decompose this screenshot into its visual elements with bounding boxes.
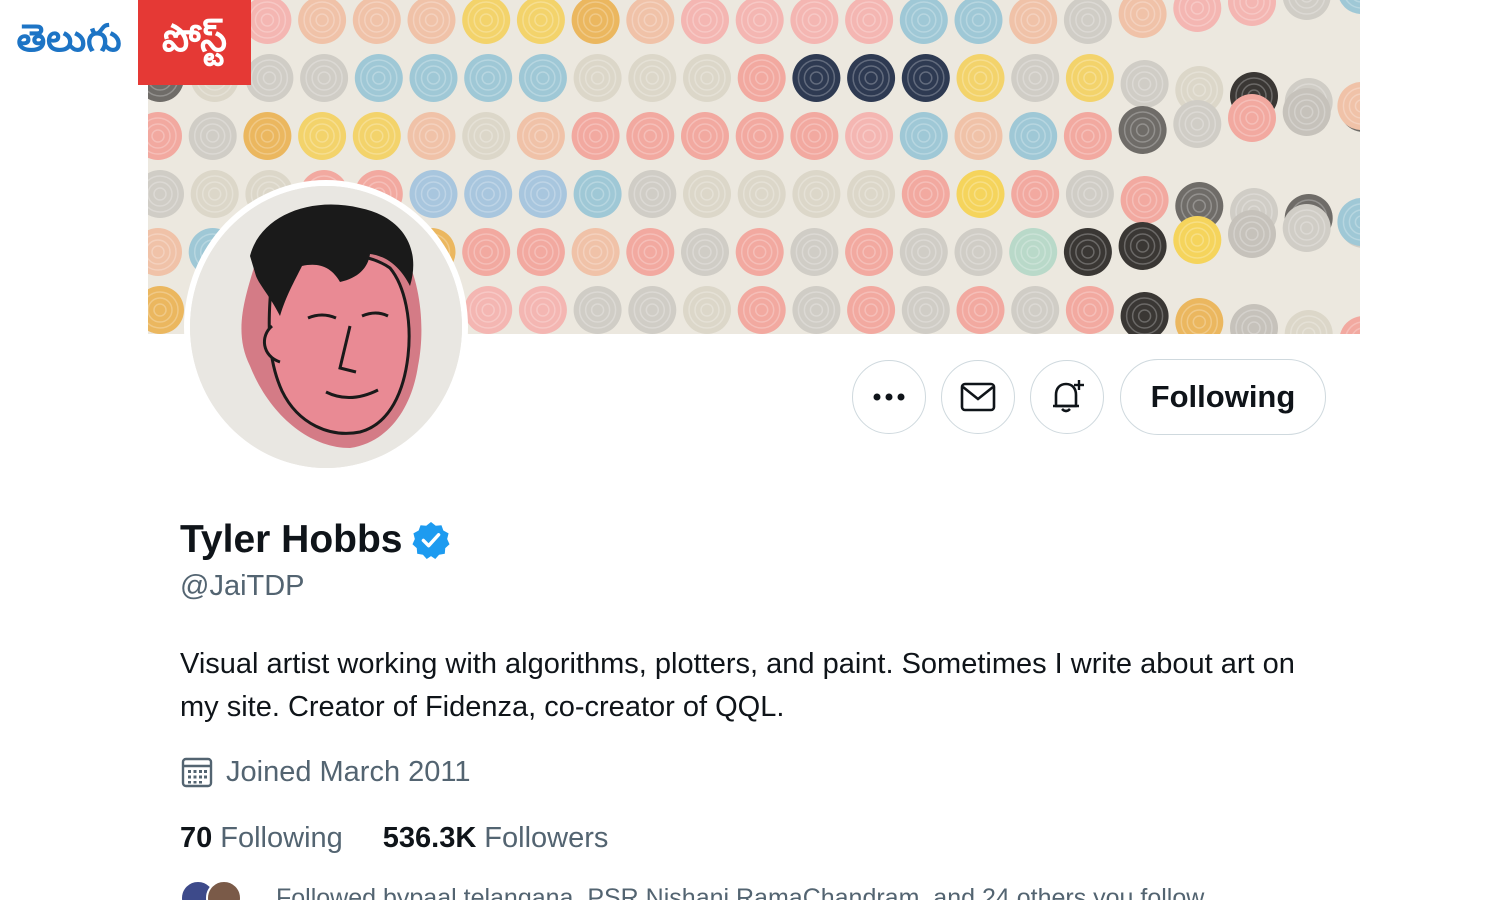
screenshot: తెలుగు పోస్ట్ Following Tyler Hobbs @Jai… — [0, 0, 1500, 900]
more-options-button[interactable] — [852, 360, 926, 434]
calendar-icon — [181, 757, 213, 788]
logo-post-text: పోస్ట్ — [138, 0, 251, 85]
following-button[interactable]: Following — [1120, 359, 1326, 435]
bell-plus-icon — [1053, 380, 1084, 413]
profile-name: Tyler Hobbs — [180, 518, 403, 561]
followers-label: Followers — [484, 822, 609, 854]
profile-handle: @JaiTDP — [180, 570, 305, 602]
site-logo: తెలుగు పోస్ట్ — [0, 0, 251, 85]
profile-bio: Visual artist working with algorithms, p… — [180, 648, 1295, 723]
profile-avatar[interactable] — [184, 180, 468, 474]
followers-stat-link[interactable]: 536.3K Followers — [383, 822, 609, 855]
logo-telugu-text: తెలుగు — [0, 0, 138, 85]
more-dots-icon — [873, 393, 905, 401]
profile-stats: 70 Following 536.3K Followers — [180, 822, 648, 855]
verified-badge-icon[interactable] — [412, 521, 451, 559]
followed-by-row[interactable]: Followed by paal telangana, PSR Nishani … — [180, 880, 1204, 900]
followed-by-avatars — [180, 880, 250, 900]
following-stat-link[interactable]: 70 Following — [180, 822, 343, 855]
joined-date-text: Joined March 2011 — [226, 755, 471, 788]
following-label: Following — [220, 822, 343, 854]
followers-count: 536.3K — [382, 822, 477, 854]
following-count: 70 — [180, 822, 213, 854]
profile-name-row: Tyler Hobbs — [180, 518, 451, 562]
followed-by-text: paal telangana, PSR Nishani RamaChandram… — [409, 883, 1205, 900]
message-button[interactable] — [941, 360, 1015, 434]
notifications-button[interactable] — [1030, 360, 1104, 434]
profile-card: Following Tyler Hobbs @JaiTDP Visual art… — [148, 0, 1360, 900]
envelope-icon — [960, 382, 996, 412]
avatar-image — [190, 186, 462, 468]
joined-date-row: Joined March 2011 — [180, 755, 471, 789]
avatar — [206, 880, 242, 900]
followed-by-prefix: Followed by — [276, 883, 410, 900]
